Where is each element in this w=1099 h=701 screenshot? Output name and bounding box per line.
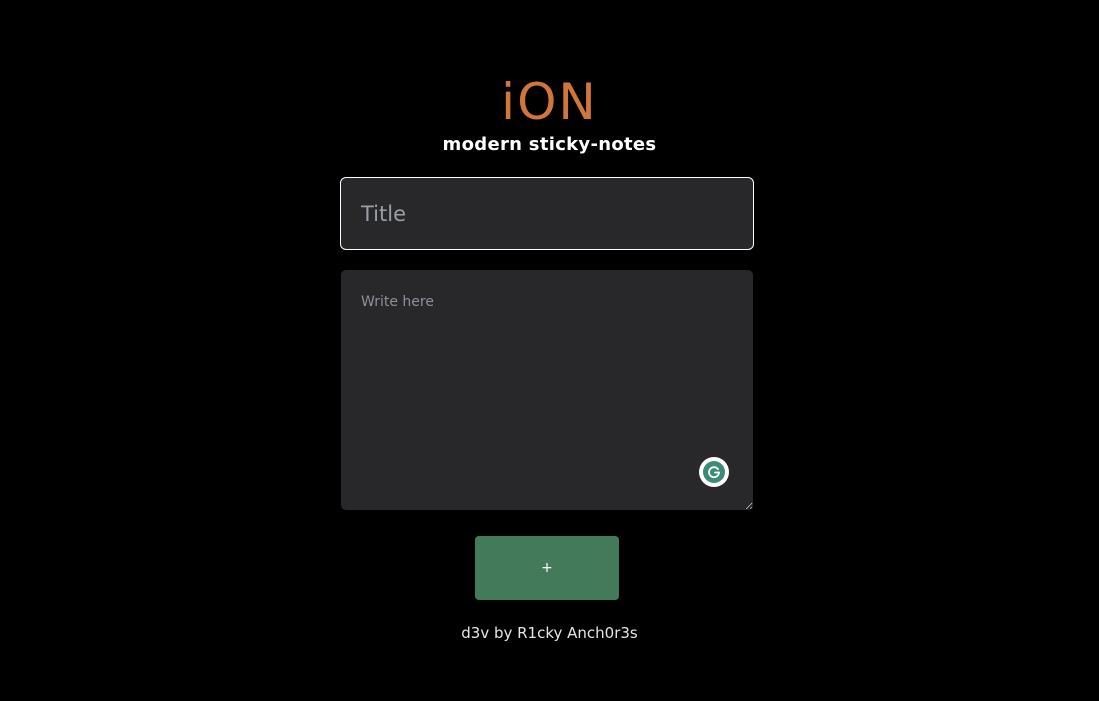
grammarly-g-glyph — [708, 466, 720, 479]
footer-credit: d3v by R1cky Anch0r3s — [461, 624, 638, 642]
logo: iON — [501, 73, 598, 131]
grammarly-icon-inner — [703, 461, 725, 483]
tagline: modern sticky-notes — [442, 134, 657, 155]
app-root: iON modern sticky-notes + d3v by R1cky A… — [0, 0, 1099, 701]
note-body-textarea[interactable] — [341, 270, 753, 510]
grammarly-icon[interactable] — [699, 457, 729, 487]
add-note-button[interactable]: + — [475, 536, 619, 600]
title-input[interactable] — [340, 177, 754, 250]
